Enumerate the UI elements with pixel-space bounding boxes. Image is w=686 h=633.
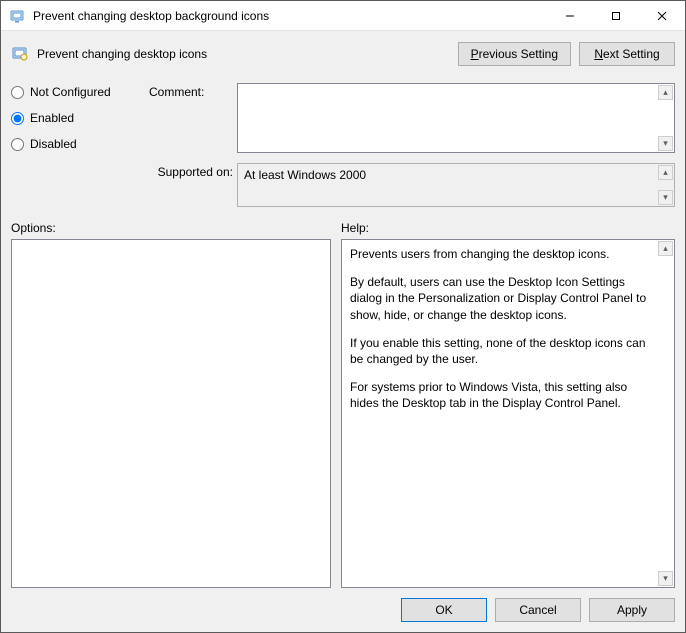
radio-not-configured-input[interactable] [11, 86, 24, 99]
help-paragraph: If you enable this setting, none of the … [350, 335, 652, 367]
window-title: Prevent changing desktop background icon… [33, 9, 269, 23]
help-label: Help: [341, 221, 369, 235]
state-radio-group: Not Configured Enabled Disabled [11, 83, 139, 207]
help-scroll: ▴ ▾ [657, 240, 674, 587]
previous-setting-button[interactable]: Previous Setting [458, 42, 571, 66]
scroll-down-icon[interactable]: ▾ [658, 190, 673, 205]
help-paragraph: For systems prior to Windows Vista, this… [350, 379, 652, 411]
radio-not-configured[interactable]: Not Configured [11, 85, 139, 99]
ok-button[interactable]: OK [401, 598, 487, 622]
comment-textarea[interactable]: ▴ ▾ [237, 83, 675, 153]
options-pane [11, 239, 331, 588]
apply-button[interactable]: Apply [589, 598, 675, 622]
scroll-down-icon[interactable]: ▾ [658, 136, 673, 151]
help-paragraph: Prevents users from changing the desktop… [350, 246, 652, 262]
radio-enabled[interactable]: Enabled [11, 111, 139, 125]
dialog-window: Prevent changing desktop background icon… [0, 0, 686, 633]
fields-grid: Comment: ▴ ▾ Supported on: At least Wind… [149, 83, 675, 207]
close-button[interactable] [639, 1, 685, 31]
supported-on-box: At least Windows 2000 ▴ ▾ [237, 163, 675, 207]
options-label: Options: [11, 221, 331, 235]
upper-section: Not Configured Enabled Disabled Comment:… [11, 83, 675, 207]
radio-enabled-input[interactable] [11, 112, 24, 125]
pane-labels: Options: Help: [11, 221, 675, 235]
policy-title: Prevent changing desktop icons [37, 47, 450, 61]
scroll-up-icon[interactable]: ▴ [658, 85, 673, 100]
minimize-button[interactable] [547, 1, 593, 31]
titlebar: Prevent changing desktop background icon… [1, 1, 685, 31]
radio-disabled-label: Disabled [30, 137, 77, 151]
scroll-up-icon[interactable]: ▴ [658, 241, 673, 256]
radio-disabled[interactable]: Disabled [11, 137, 139, 151]
scroll-up-icon[interactable]: ▴ [658, 165, 673, 180]
header-row: Prevent changing desktop icons Previous … [11, 39, 675, 69]
radio-enabled-label: Enabled [30, 111, 74, 125]
radio-disabled-input[interactable] [11, 138, 24, 151]
supported-label: Supported on: [149, 163, 237, 179]
supported-scroll: ▴ ▾ [657, 164, 674, 206]
client-area: Prevent changing desktop icons Previous … [1, 31, 685, 632]
comment-label: Comment: [149, 83, 237, 99]
dialog-button-row: OK Cancel Apply [11, 598, 675, 622]
comment-scroll: ▴ ▾ [657, 84, 674, 152]
radio-not-configured-label: Not Configured [30, 85, 111, 99]
supported-on-value: At least Windows 2000 [244, 168, 366, 182]
help-pane: Prevents users from changing the desktop… [341, 239, 675, 588]
maximize-button[interactable] [593, 1, 639, 31]
help-content: Prevents users from changing the desktop… [350, 246, 652, 412]
panes: Prevents users from changing the desktop… [11, 239, 675, 588]
policy-app-icon [9, 8, 25, 24]
next-setting-button[interactable]: Next Setting [579, 42, 675, 66]
scroll-down-icon[interactable]: ▾ [658, 571, 673, 586]
help-paragraph: By default, users can use the Desktop Ic… [350, 274, 652, 323]
cancel-button[interactable]: Cancel [495, 598, 581, 622]
policy-icon [11, 45, 29, 63]
